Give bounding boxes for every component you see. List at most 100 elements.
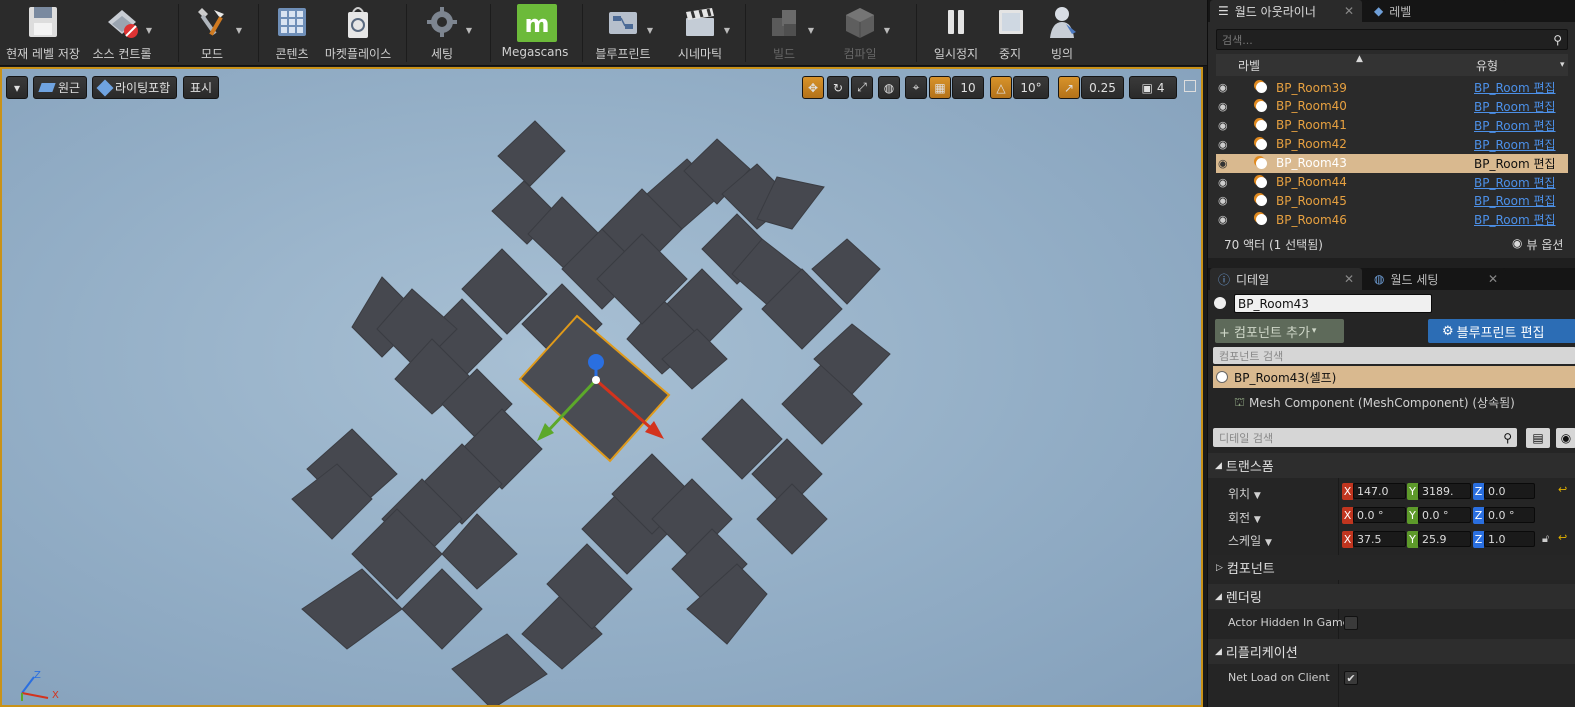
location-x-field[interactable]: 147.0 <box>1353 483 1406 499</box>
outliner-row-label: BP_Room45 <box>1276 193 1347 208</box>
perspective-button[interactable]: 원근 <box>33 76 88 99</box>
megascans-button[interactable]: m Megascans <box>500 2 570 64</box>
rotation-z-field[interactable]: 0.0 ° <box>1484 507 1535 523</box>
outliner-row-type[interactable]: BP_Room 편집 <box>1474 98 1556 115</box>
actor-hidden-checkbox[interactable] <box>1344 616 1358 630</box>
stop-button[interactable]: 중지 <box>992 2 1028 64</box>
outliner-row[interactable]: ◉ BP_Room43 BP_Room 편집 <box>1216 153 1568 173</box>
reset-arrow-icon[interactable]: ↩ <box>1558 531 1567 544</box>
scale-snap-toggle[interactable]: ↗ <box>1058 76 1080 99</box>
outliner-row[interactable]: ◉ BP_Room46 BP_Room 편집 <box>1216 210 1568 228</box>
rotation-snap-toggle[interactable]: △ <box>990 76 1012 99</box>
save-level-button[interactable]: 현재 레벨 저장 <box>6 2 80 64</box>
level-viewport[interactable]: ▾ 원근 라이팅포함 표시 ✥ ↻ ⤢ ◍ ⌖ ▦ 10 △ 10° ↗ 0.2… <box>0 67 1203 707</box>
outliner-row[interactable]: ◉ BP_Room40 BP_Room 편집 <box>1216 97 1568 116</box>
net-load-checkbox[interactable]: ✔ <box>1344 671 1358 685</box>
outliner-row-type[interactable]: BP_Room 편집 <box>1474 136 1556 153</box>
outliner-row-type[interactable]: BP_Room 편집 <box>1474 174 1556 191</box>
compile-button[interactable]: ▼ 컴파일 <box>834 2 890 64</box>
grid-snap-value[interactable]: 10 <box>952 76 984 99</box>
location-z-field[interactable]: 0.0 <box>1484 483 1535 499</box>
outliner-row-type[interactable]: BP_Room 편집 <box>1474 155 1556 172</box>
eye-visibility-icon[interactable]: ◉ <box>1218 81 1236 94</box>
edit-blueprint-button[interactable]: ⚙ 블루프린트 편집 <box>1428 319 1575 343</box>
scale-z-field[interactable]: 1.0 <box>1484 531 1535 547</box>
rendering-section-header[interactable]: ◢ 렌더링 <box>1208 584 1575 609</box>
eye-visibility-icon[interactable]: ◉ <box>1218 119 1236 132</box>
column-label[interactable]: 라벨 <box>1238 57 1260 74</box>
maximize-viewport-icon[interactable] <box>1184 80 1196 92</box>
rotate-mode-button[interactable]: ↻ <box>827 76 849 99</box>
eject-possess-button[interactable]: 빙의 <box>1040 2 1084 64</box>
rotation-label[interactable]: 회전 ▼ <box>1228 509 1261 526</box>
modes-button[interactable]: ▼ 모드 <box>188 2 242 64</box>
outliner-row-type[interactable]: BP_Room 편집 <box>1474 79 1556 96</box>
close-icon[interactable]: ✕ <box>1344 4 1354 18</box>
y-axis-label: Y <box>1407 483 1418 500</box>
outliner-row-type[interactable]: BP_Room 편집 <box>1474 192 1556 209</box>
outliner-row[interactable]: ◉ BP_Room42 BP_Room 편집 <box>1216 135 1568 154</box>
source-control-button[interactable]: ▼ 소스 컨트롤 <box>90 2 154 64</box>
marketplace-button[interactable]: 마켓플레이스 <box>323 2 393 64</box>
scale-x-field[interactable]: 37.5 <box>1353 531 1406 547</box>
surface-snap-button[interactable]: ⌖ <box>905 76 927 99</box>
transform-section-header[interactable]: ◢ 트랜스폼 <box>1208 453 1575 478</box>
view-options-button[interactable]: ◉ 뷰 옵션 <box>1512 236 1575 253</box>
outliner-row[interactable]: ◉ BP_Room44 BP_Room 편집 <box>1216 173 1568 192</box>
close-icon[interactable]: ✕ <box>1344 272 1354 286</box>
tab-levels[interactable]: ◆ 레벨 <box>1366 0 1506 22</box>
rotation-snap-value[interactable]: 10° <box>1013 76 1049 99</box>
eye-visibility-icon[interactable]: ◉ <box>1218 213 1236 226</box>
lock-icon[interactable]: 🔓︎ <box>1542 532 1549 546</box>
location-label[interactable]: 위치 ▼ <box>1228 485 1261 502</box>
tab-world-settings[interactable]: ◍ 월드 세팅 ✕ <box>1366 268 1506 290</box>
viewport-options-dropdown[interactable]: ▾ <box>6 76 28 99</box>
component-self-row[interactable]: BP_Room43(셀프) <box>1213 366 1575 388</box>
settings-button[interactable]: ▼ 세팅 <box>418 2 472 64</box>
blueprints-button[interactable]: ▼ 블루프린트 <box>592 2 654 64</box>
scale-mode-button[interactable]: ⤢ <box>851 76 873 99</box>
show-flags-button[interactable]: 표시 <box>183 76 220 99</box>
outliner-row-type[interactable]: BP_Room 편집 <box>1474 117 1556 134</box>
cinematics-button[interactable]: ▼ 시네마틱 <box>672 2 730 64</box>
world-local-toggle[interactable]: ◍ <box>878 76 900 99</box>
outliner-row[interactable]: ◉ BP_Room45 BP_Room 편집 <box>1216 191 1568 210</box>
outliner-row[interactable]: ◉ BP_Room39 BP_Room 편집 <box>1216 78 1568 97</box>
eye-icon[interactable]: ◉ <box>1556 428 1575 448</box>
content-button[interactable]: 콘텐츠 <box>270 2 314 64</box>
mesh-component-row[interactable]: ⛫ Mesh Component (MeshComponent) (상속됨) <box>1234 394 1515 411</box>
replication-section-header[interactable]: ◢ 리플리케이션 <box>1208 639 1575 664</box>
reset-arrow-icon[interactable]: ↩ <box>1558 483 1567 496</box>
property-matrix-icon[interactable]: ▤ <box>1526 428 1550 448</box>
eye-visibility-icon[interactable]: ◉ <box>1218 157 1236 170</box>
build-button[interactable]: ▼ 빌드 <box>760 2 814 64</box>
tab-details[interactable]: ⓘ 디테일 ✕ <box>1210 268 1362 290</box>
lighting-mode-button[interactable]: 라이팅포함 <box>92 76 178 99</box>
detail-search-input[interactable]: 디테일 검색 ⚲ <box>1213 428 1517 447</box>
translate-mode-button[interactable]: ✥ <box>802 76 824 99</box>
add-component-button[interactable]: + 컴포넌트 추가 ▾ <box>1215 319 1344 343</box>
scale-snap-value[interactable]: 0.25 <box>1081 76 1124 99</box>
components-section-header[interactable]: ▷ 컴포넌트 <box>1208 555 1575 580</box>
scale-label[interactable]: 스케일 ▼ <box>1228 532 1272 549</box>
outliner-row-type[interactable]: BP_Room 편집 <box>1474 211 1556 228</box>
tab-world-outliner[interactable]: ☰ 월드 아웃라이너 ✕ <box>1210 0 1362 22</box>
eye-visibility-icon[interactable]: ◉ <box>1218 194 1236 207</box>
column-type[interactable]: 유형 <box>1476 57 1498 74</box>
eye-visibility-icon[interactable]: ◉ <box>1218 176 1236 189</box>
component-search-input[interactable]: 컴포넌트 검색 <box>1213 347 1575 364</box>
scale-y-field[interactable]: 25.9 <box>1418 531 1471 547</box>
outliner-search-input[interactable]: 검색... ⚲ <box>1216 29 1568 50</box>
grid-snap-toggle[interactable]: ▦ <box>929 76 951 99</box>
close-icon[interactable]: ✕ <box>1488 272 1498 286</box>
location-y-field[interactable]: 3189. <box>1418 483 1471 499</box>
outliner-row[interactable]: ◉ BP_Room41 BP_Room 편집 <box>1216 116 1568 135</box>
eye-visibility-icon[interactable]: ◉ <box>1218 100 1236 113</box>
rotation-y-field[interactable]: 0.0 ° <box>1418 507 1471 523</box>
pause-button[interactable]: 일시정지 <box>930 2 982 64</box>
chevron-down-icon[interactable]: ▾ <box>1560 60 1565 70</box>
camera-speed-button[interactable]: ▣ 4 <box>1129 76 1177 99</box>
eye-visibility-icon[interactable]: ◉ <box>1218 138 1236 151</box>
rotation-x-field[interactable]: 0.0 ° <box>1353 507 1406 523</box>
actor-name-input[interactable]: BP_Room43 <box>1234 294 1432 313</box>
